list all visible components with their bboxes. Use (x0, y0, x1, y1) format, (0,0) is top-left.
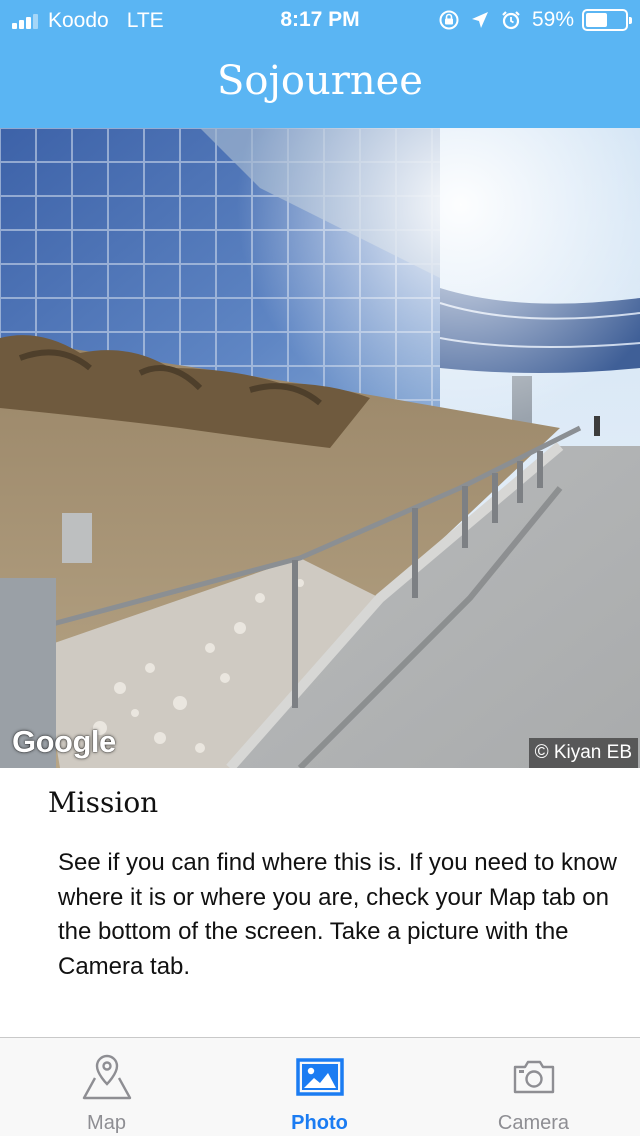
battery-icon (582, 9, 632, 31)
tab-map[interactable]: Map (0, 1038, 213, 1136)
mission-heading: Mission (48, 786, 159, 819)
rotation-lock-icon (438, 9, 460, 31)
nav-title: Sojournee (217, 58, 423, 104)
mission-text: See if you can find where this is. If yo… (58, 849, 617, 980)
battery-tip (629, 17, 632, 24)
app-header: Koodo LTE 8:17 PM 59% Sojournee (0, 0, 640, 128)
tab-camera[interactable]: Camera (427, 1038, 640, 1136)
battery-fill (586, 13, 607, 27)
tab-photo[interactable]: Photo (213, 1038, 426, 1136)
tab-bar: Map Photo Camera (0, 1037, 640, 1136)
tab-photo-label: Photo (291, 1112, 348, 1134)
street-view-image (0, 128, 640, 768)
street-view-photo[interactable]: Google © Kiyan EB (0, 128, 640, 768)
status-right: 59% (438, 7, 632, 33)
location-arrow-icon (470, 10, 490, 30)
tab-camera-label: Camera (497, 1112, 570, 1134)
map-pin-icon (81, 1052, 133, 1102)
alarm-icon (500, 9, 522, 31)
battery-percent: 59% (531, 8, 574, 31)
google-logo: Google (12, 724, 116, 759)
photo-icon (295, 1052, 344, 1102)
tab-map-label: Map (87, 1112, 126, 1134)
camera-icon (511, 1052, 557, 1102)
photo-credit[interactable]: © Kiyan EB (528, 738, 638, 768)
status-bar: Koodo LTE 8:17 PM 59% (0, 0, 640, 40)
